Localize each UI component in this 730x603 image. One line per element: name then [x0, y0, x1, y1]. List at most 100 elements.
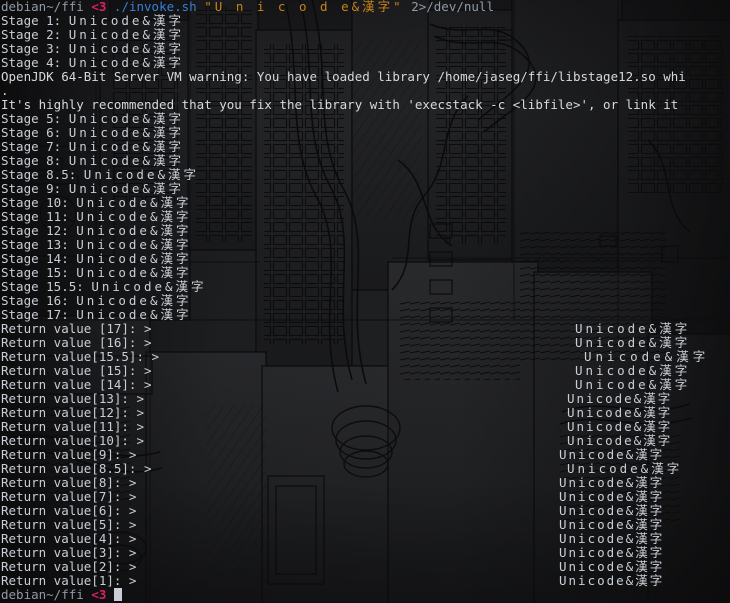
stage-label: Stage 14: [1, 251, 69, 266]
return-value-label: Return value[1]: > [1, 573, 137, 588]
return-value-label: Return value[8.5]: > [1, 461, 152, 476]
terminal-window[interactable]: debian~/ffi <3 ./invoke.sh "U n i c o d … [0, 0, 730, 603]
text-cursor[interactable] [114, 588, 123, 601]
stage-value: Unicode&漢字 [76, 265, 192, 280]
command-redirect: 2>/dev/null [411, 0, 494, 14]
stage-label: Stage 2: [1, 27, 62, 42]
return-value-line: Return value [17]: > Unicode&漢字 [1, 322, 730, 336]
stage-value: Unicode&漢字 [76, 237, 192, 252]
stage-line: Stage 13: Unicode&漢字 [1, 238, 730, 252]
jvm-warning-line-3: It's highly recommended that you fix the… [1, 97, 679, 112]
stage-value: Unicode&漢字 [68, 125, 184, 140]
return-value-sample-text: Unicode&漢字 [559, 573, 665, 588]
stage-line: Stage 4: Unicode&漢字 [1, 56, 730, 70]
stage-value: Unicode&漢字 [76, 293, 192, 308]
stage-line: Stage 9: Unicode&漢字 [1, 182, 730, 196]
return-value-sample-text: Unicode&漢字 [559, 503, 665, 518]
return-value-label: Return value[9]: > [1, 447, 137, 462]
stage-line: Stage 15: Unicode&漢字 [1, 266, 730, 280]
stage-value: Unicode&漢字 [76, 195, 192, 210]
return-value-line: Return value[8]: > Unicode&漢字 [1, 476, 730, 490]
return-value-label: Return value[5]: > [1, 517, 137, 532]
stage-label: Stage 5: [1, 111, 62, 126]
stage-output-group-b: Stage 5: Unicode&漢字 Stage 6: Unicode&漢字 … [1, 112, 730, 322]
return-value-label: Return value[8]: > [1, 475, 137, 490]
stage-value: Unicode&漢字 [68, 41, 184, 56]
return-value-line: Return value[4]: > Unicode&漢字 [1, 532, 730, 546]
stage-label: Stage 7: [1, 139, 62, 154]
stage-value: Unicode&漢字 [68, 181, 184, 196]
stage-label: Stage 9: [1, 181, 62, 196]
return-value-line: Return value[11]: > Unicode&漢字 [1, 420, 730, 434]
jvm-warning-line-1: OpenJDK 64-Bit Server VM warning: You ha… [1, 69, 686, 84]
return-value-label: Return value [17]: > [1, 321, 152, 336]
return-value-label: Return value [15]: > [1, 363, 152, 378]
stage-label: Stage 17: [1, 307, 69, 322]
return-value-sample-text: Unicode&漢字 [575, 321, 691, 336]
stage-line: Stage 14: Unicode&漢字 [1, 252, 730, 266]
stage-line: Stage 16: Unicode&漢字 [1, 294, 730, 308]
return-value-line: Return value[5]: > Unicode&漢字 [1, 518, 730, 532]
prompt-heart-icon: <3 [91, 0, 107, 14]
return-value-line: Return value [14]: > Unicode&漢字 [1, 378, 730, 392]
return-value-line: Return value[3]: > Unicode&漢字 [1, 546, 730, 560]
stage-line: Stage 11: Unicode&漢字 [1, 210, 730, 224]
return-value-line: Return value[8.5]: > Unicode&漢字 [1, 462, 730, 476]
return-value-label: Return value[2]: > [1, 559, 137, 574]
return-value-line: Return value[1]: > Unicode&漢字 [1, 574, 730, 588]
stage-value: Unicode&漢字 [68, 27, 184, 42]
stage-label: Stage 15.5: [1, 279, 84, 294]
return-value-sample-text: Unicode&漢字 [559, 475, 665, 490]
return-value-sample-text: Unicode&漢字 [567, 391, 673, 406]
stage-label: Stage 13: [1, 237, 69, 252]
terminal-screen[interactable]: debian~/ffi <3 ./invoke.sh "U n i c o d … [0, 0, 730, 602]
jvm-warning-block: OpenJDK 64-Bit Server VM warning: You ha… [1, 70, 730, 112]
return-value-sample-text: Unicode&漢字 [575, 335, 691, 350]
return-value-label: Return value[4]: > [1, 531, 137, 546]
return-value-label: Return value[10]: > [1, 433, 144, 448]
stage-value: Unicode&漢字 [76, 209, 192, 224]
return-value-label: Return value[15.5]: > [1, 349, 160, 364]
return-value-sample-text: Unicode&漢字 [559, 531, 665, 546]
return-value-sample-text: Unicode&漢字 [575, 363, 691, 378]
return-value-line: Return value[2]: > Unicode&漢字 [1, 560, 730, 574]
stage-label: Stage 3: [1, 41, 62, 56]
return-value-sample-text: Unicode&漢字 [567, 405, 673, 420]
return-value-line: Return value[13]: > Unicode&漢字 [1, 392, 730, 406]
stage-label: Stage 6: [1, 125, 62, 140]
stage-value: Unicode&漢字 [76, 307, 192, 322]
return-value-line: Return value [16]: > Unicode&漢字 [1, 336, 730, 350]
stage-value: Unicode&漢字 [68, 153, 184, 168]
return-value-label: Return value[11]: > [1, 419, 144, 434]
stage-line: Stage 3: Unicode&漢字 [1, 42, 730, 56]
return-value-label: Return value [14]: > [1, 377, 152, 392]
prompt-host-path: debian~/ffi [1, 587, 84, 602]
prompt-line-bottom[interactable]: debian~/ffi <3 [1, 588, 730, 602]
stage-label: Stage 16: [1, 293, 69, 308]
stage-line: Stage 10: Unicode&漢字 [1, 196, 730, 210]
prompt-line-top[interactable]: debian~/ffi <3 ./invoke.sh "U n i c o d … [1, 0, 730, 14]
stage-label: Stage 10: [1, 195, 69, 210]
return-value-line: Return value[15.5]: > Unicode&漢字 [1, 350, 730, 364]
return-value-line: Return value[9]: > Unicode&漢字 [1, 448, 730, 462]
stage-line: Stage 8.5: Unicode&漢字 [1, 168, 730, 182]
stage-line: Stage 7: Unicode&漢字 [1, 140, 730, 154]
stage-line: Stage 6: Unicode&漢字 [1, 126, 730, 140]
stage-label: Stage 12: [1, 223, 69, 238]
stage-value: Unicode&漢字 [68, 13, 184, 28]
return-value-sample-text: Unicode&漢字 [559, 489, 665, 504]
return-value-label: Return value [16]: > [1, 335, 152, 350]
return-value-sample-text: Unicode&漢字 [559, 447, 665, 462]
return-value-sample-text: Unicode&漢字 [567, 433, 673, 448]
command-name: ./invoke.sh [113, 0, 197, 14]
return-value-label: Return value[6]: > [1, 503, 137, 518]
stage-line: Stage 17: Unicode&漢字 [1, 308, 730, 322]
stage-line: Stage 2: Unicode&漢字 [1, 28, 730, 42]
jvm-warning-line-2: . [1, 83, 9, 98]
return-value-block: Return value [17]: > Unicode&漢字 Return val… [1, 322, 730, 588]
stage-value: Unicode&漢字 [76, 251, 192, 266]
return-value-sample-text: Unicode&漢字 [567, 461, 683, 476]
stage-label: Stage 8: [1, 153, 62, 168]
return-value-sample-text: Unicode&漢字 [567, 419, 673, 434]
return-value-label: Return value[7]: > [1, 489, 137, 504]
